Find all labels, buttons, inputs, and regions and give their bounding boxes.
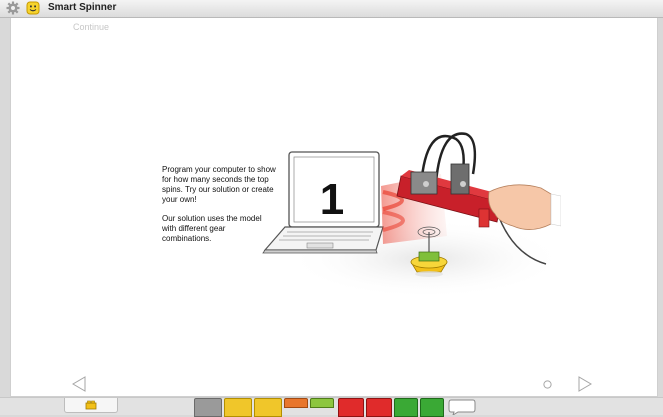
bottom-bar — [0, 397, 663, 417]
math-multiply-block-icon[interactable] — [420, 398, 444, 417]
left-triangle-arrow-icon[interactable] — [71, 376, 87, 392]
smart-spinner-illustration: 1 — [262, 132, 561, 294]
gear-icon[interactable] — [6, 1, 20, 15]
content-panel: Continue Program your computer to show f… — [10, 18, 658, 397]
right-triangle-arrow-icon[interactable] — [577, 376, 593, 392]
sound-block-icon[interactable] — [284, 398, 308, 408]
send-block-icon[interactable] — [366, 398, 392, 417]
wait-block-icon[interactable] — [224, 398, 252, 417]
continue-link[interactable]: Continue — [73, 22, 109, 32]
loop-block-icon[interactable] — [254, 398, 282, 417]
page-dot-icon[interactable] — [543, 380, 552, 389]
step-number: 1 — [320, 175, 344, 224]
comment-icon[interactable] — [448, 398, 476, 415]
lego-brick-icon — [85, 400, 97, 410]
project-tab[interactable] — [64, 398, 118, 413]
block-palette — [186, 398, 486, 417]
smiley-face-icon[interactable] — [26, 1, 40, 15]
sensor-block-icon[interactable] — [310, 398, 334, 408]
motor-block-icon[interactable] — [194, 398, 222, 417]
display-block-icon[interactable] — [338, 398, 364, 417]
math-add-block-icon[interactable] — [394, 398, 418, 417]
title-bar: Smart Spinner — [0, 0, 663, 18]
window-title: Smart Spinner — [48, 2, 117, 13]
